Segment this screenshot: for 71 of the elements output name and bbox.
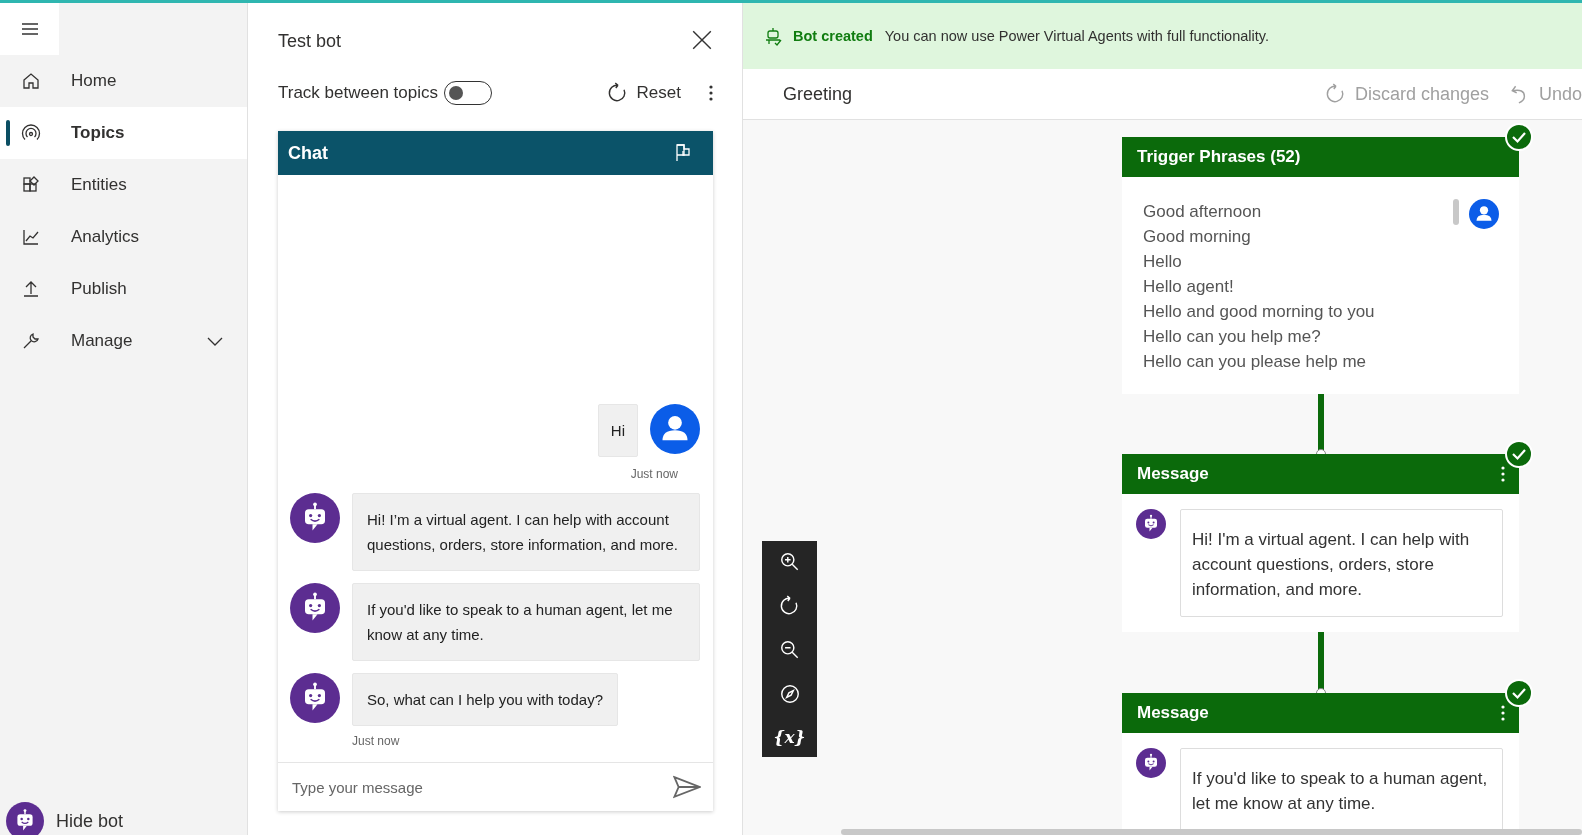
more-button[interactable] [1501, 705, 1505, 721]
bot-avatar-icon [290, 583, 340, 633]
sidebar-item[interactable]: Analytics [0, 211, 247, 263]
trigger-phrase: Good afternoon [1143, 201, 1263, 223]
sidebar-item[interactable]: Entities [0, 159, 247, 211]
message-input[interactable]: Type your message [290, 777, 673, 797]
banner-title: Bot created [793, 28, 873, 44]
compass-icon [778, 683, 801, 705]
node-title: Trigger Phrases (52) [1137, 147, 1301, 167]
trigger-node[interactable]: Trigger Phrases (52) Good afternoon Good morning Hello Hello agent! Hello and good morning to you Hello can you help me? Hello can you please help me [1122, 137, 1519, 394]
zoom-out-icon [778, 639, 801, 661]
message-node[interactable]: Message If you'd like to speak to a human agent, let me know at any time. [1122, 693, 1519, 829]
menu-button[interactable] [0, 3, 59, 55]
flag-icon [673, 143, 693, 163]
more-icon [1501, 466, 1505, 482]
more-button[interactable] [1501, 466, 1505, 482]
robot-check-icon [763, 26, 783, 46]
bot-avatar-icon [1136, 509, 1166, 539]
user-avatar-icon [650, 404, 700, 454]
send-icon [673, 773, 701, 801]
chat-message: If you'd like to speak to a human agent, let me know at any time. [352, 583, 700, 661]
reset-button[interactable]: Reset [600, 81, 687, 105]
panel-title: Test bot [278, 30, 342, 52]
user-avatar-icon [1469, 199, 1499, 229]
sidebar-item[interactable]: Publish [0, 263, 247, 315]
chat-message: Hi! I’m a virtual agent. I can help with account questions, orders, store information, and more. [352, 493, 700, 571]
trigger-phrase: Good morning [1143, 226, 1252, 248]
trigger-phrase: Hello can you please help me [1143, 351, 1368, 373]
sidebar-item[interactable]: Manage [0, 315, 247, 367]
timestamp: Just now [352, 734, 401, 748]
scrollbar[interactable] [841, 829, 1582, 835]
toggle-switch[interactable] [444, 81, 492, 105]
trigger-phrase: Hello can you help me? [1143, 326, 1322, 348]
trigger-phrase: Hello and good morning to you [1143, 301, 1376, 323]
bot-avatar-icon [1136, 748, 1166, 778]
broadcast-icon [21, 123, 41, 143]
banner-message: You can now use Power Virtual Agents with full functionality. [884, 28, 1269, 44]
message-text: Hi! I'm a virtual agent. I can help with account questions, orders, store information, and more. [1180, 509, 1503, 617]
hide-bot-button[interactable]: Hide bot [0, 801, 247, 835]
zoom-out-button[interactable] [778, 639, 801, 661]
node-title: Message [1137, 703, 1209, 723]
upload-icon [21, 279, 41, 299]
bot-avatar-icon [290, 493, 340, 543]
home-icon [21, 71, 41, 91]
blocks-icon [21, 175, 41, 195]
toggle-label: Track between topics [278, 83, 438, 103]
more-button[interactable] [709, 85, 713, 101]
more-icon [1501, 705, 1505, 721]
variables-button[interactable]: {x} [773, 727, 806, 747]
sidebar-item[interactable]: Topics [0, 107, 247, 159]
line-chart-icon [21, 227, 41, 247]
close-icon [691, 28, 713, 51]
timestamp: Just now [630, 467, 678, 481]
send-button[interactable] [673, 773, 701, 801]
node-title: Message [1137, 464, 1209, 484]
chat-title: Chat [288, 142, 328, 164]
more-icon [709, 85, 713, 101]
scrollbar[interactable] [1453, 199, 1459, 225]
trigger-phrase: Hello agent! [1143, 276, 1235, 298]
wrench-icon [21, 331, 41, 351]
trigger-phrase: Hello [1143, 251, 1183, 273]
chat-message: Hi [597, 404, 638, 457]
compass-button[interactable] [778, 683, 801, 705]
sidebar-item[interactable]: Home [0, 55, 247, 107]
flag-button[interactable] [673, 143, 693, 163]
zoom-in-button[interactable] [778, 551, 801, 573]
topic-title: Greeting [783, 83, 854, 105]
message-node[interactable]: Message Hi! I'm a virtual agent. I can help with account questions, orders, store information, and more. [1122, 454, 1519, 632]
zoom-in-icon [778, 551, 801, 573]
chat-message: So, what can I help you with today? [352, 673, 618, 726]
bot-avatar-icon [290, 673, 340, 723]
